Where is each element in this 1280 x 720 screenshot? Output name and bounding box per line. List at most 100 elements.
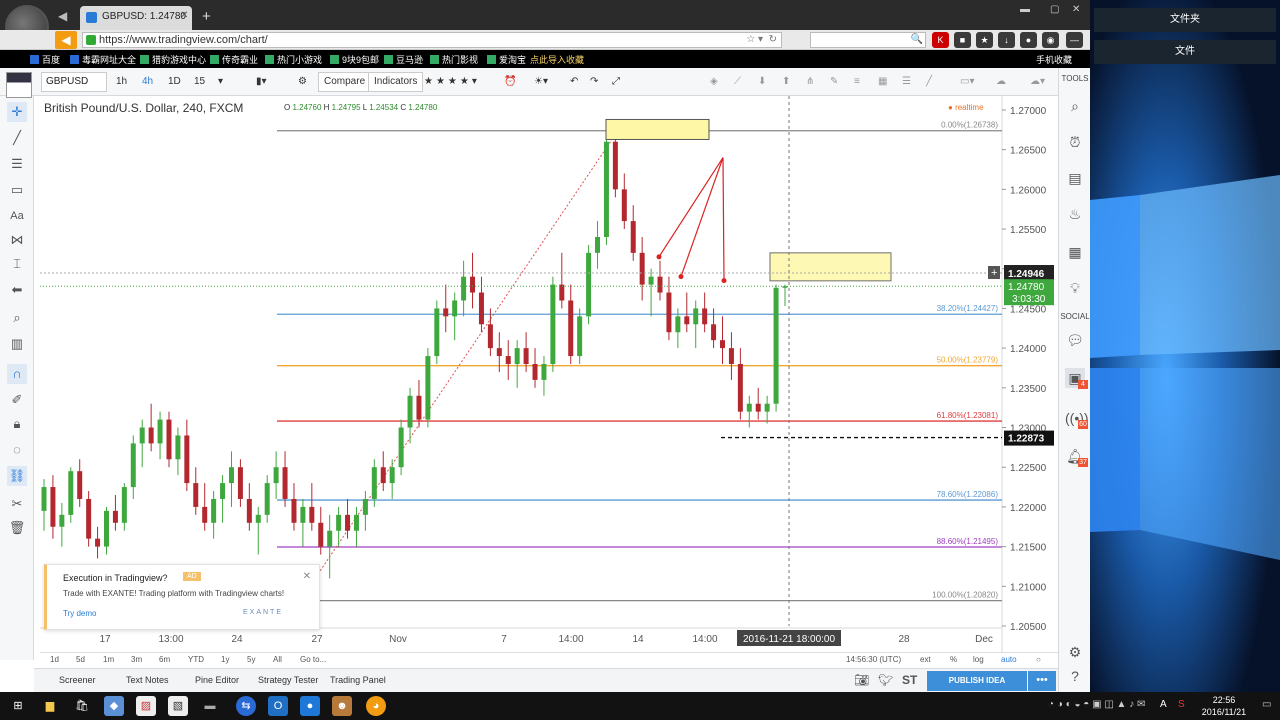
interval-15[interactable]: 15 <box>188 72 211 92</box>
settings-cog-icon[interactable]: ⚙ <box>1065 642 1085 662</box>
pdf-icon[interactable]: ▨ <box>136 696 156 716</box>
crosshair-icon[interactable]: ✛ <box>7 102 27 122</box>
trash-icon[interactable]: 🗑︎ <box>7 518 27 538</box>
range-1d[interactable]: 1d <box>50 655 59 664</box>
hotlist-flame-icon[interactable]: ♨ <box>1065 204 1085 224</box>
desktop-folder-2[interactable]: 文件 <box>1094 40 1276 64</box>
chat-app-icon[interactable]: ● <box>300 696 320 716</box>
game-icon[interactable]: ● <box>1020 32 1037 48</box>
magnet-icon[interactable]: ∩ <box>7 364 27 384</box>
percent-toggle[interactable]: % <box>950 655 957 664</box>
arrow-left-icon[interactable]: ⬅ <box>7 280 27 300</box>
ideas-bulb-icon[interactable]: 💡︎ <box>1065 278 1085 298</box>
publish-more-icon[interactable]: ••• <box>1028 671 1056 691</box>
desktop-folder-1[interactable]: 文件夹 <box>1094 8 1276 32</box>
try-demo-link[interactable]: Try demo <box>63 609 97 618</box>
undo-icon[interactable]: ↶ <box>564 72 584 92</box>
start-windows-icon[interactable]: ⊞ <box>8 696 28 716</box>
cloud-icon[interactable]: ☁ <box>990 72 1012 92</box>
settings-gear-icon[interactable]: ⚙ <box>292 72 313 92</box>
shield-icon[interactable]: K <box>932 32 949 48</box>
tab-close-icon[interactable]: ✕ <box>180 10 188 21</box>
lines-icon[interactable]: ☰ <box>896 72 917 92</box>
pitchfork-icon[interactable]: ⋔ <box>800 72 820 92</box>
fib-tool-icon[interactable]: ⌶ <box>7 254 27 274</box>
bookmark-item[interactable]: 热门小游戏 <box>265 53 322 66</box>
bookmark-item[interactable]: 爱淘宝 <box>487 53 526 66</box>
new-tab-icon[interactable]: + <box>202 8 211 25</box>
range-3m[interactable]: 3m <box>131 655 142 664</box>
maximize-icon[interactable]: ▢ <box>1050 4 1059 15</box>
range-5d[interactable]: 5d <box>76 655 85 664</box>
range-1y[interactable]: 1y <box>221 655 229 664</box>
back-arrow-icon[interactable]: ◀ <box>58 9 67 23</box>
bookmark-item[interactable]: 毒霸网址大全 <box>70 53 136 66</box>
interval-dropdown-icon[interactable]: ▾ <box>212 72 229 92</box>
tray-icons[interactable]: ◔ ◑ ◐ ◒ ◓ ▣ ◫ ▲ ♪ ✉ <box>1048 699 1145 710</box>
bookmark-import[interactable]: 点此导入收藏 <box>530 53 584 66</box>
menu-icon[interactable]: — <box>1066 32 1083 48</box>
tab-pine-editor[interactable]: Pine Editor <box>195 675 239 685</box>
bookmark-item[interactable]: 热门影视 <box>430 53 478 66</box>
twitter-icon[interactable]: 🐦︎ <box>878 673 893 687</box>
eraser-icon[interactable]: ✐ <box>7 390 27 410</box>
calendar-icon[interactable]: ▦ <box>1065 242 1085 262</box>
link-icon[interactable]: ⛓︎ <box>7 466 27 486</box>
remove-tools-icon[interactable]: ✂ <box>7 494 27 514</box>
close-window-icon[interactable]: ✕ <box>1072 4 1080 15</box>
diagonal-icon[interactable]: ╱ <box>920 72 938 92</box>
notification-center-icon[interactable]: ▭ <box>1262 699 1271 710</box>
popup-close-icon[interactable]: ✕ <box>303 571 311 582</box>
measure-icon[interactable]: ▥ <box>7 334 27 354</box>
app-icon[interactable]: ◆ <box>104 696 124 716</box>
fullscreen-icon[interactable]: ⤢ <box>606 72 626 92</box>
interval-1h[interactable]: 1h <box>110 72 133 92</box>
zoom-icon[interactable]: ⌕ <box>7 308 27 328</box>
url-field[interactable]: https://www.tradingview.com/chart/ ☆ ▾ ↻ <box>82 32 782 48</box>
user-icon[interactable]: ◉ <box>1042 32 1059 48</box>
trend-icon[interactable]: ⟋ <box>728 72 747 92</box>
text-tool-icon[interactable]: Aa <box>7 206 27 226</box>
compare-button[interactable]: Compare <box>318 72 372 92</box>
brush-icon[interactable]: ✎ <box>824 72 844 92</box>
help-icon[interactable]: ? <box>1065 666 1085 686</box>
ruler-icon[interactable]: ◈ <box>704 72 724 92</box>
bar-style-icon[interactable]: ▮▾ <box>250 72 273 92</box>
indicators-button[interactable]: Indicators <box>368 72 424 92</box>
stocktwits-icon[interactable]: ST <box>902 673 917 687</box>
rectangle-icon[interactable]: ▭ <box>7 180 27 200</box>
document-icon[interactable]: ▧ <box>168 696 188 716</box>
favorites-stars-icon[interactable]: ★★★★▾ <box>418 72 486 92</box>
log-toggle[interactable]: log <box>973 655 984 664</box>
range-6m[interactable]: 6m <box>159 655 170 664</box>
alarm-clock-icon[interactable]: ⏰︎ <box>1065 132 1085 152</box>
arrow-down-icon[interactable]: ⬇ <box>752 72 772 92</box>
bookmark-item[interactable]: 猎豹游戏中心 <box>140 53 206 66</box>
file-explorer-icon[interactable]: ▆ <box>40 696 60 716</box>
mobile-favorites[interactable]: 手机收藏 <box>1036 53 1072 66</box>
publish-idea-button[interactable]: PUBLISH IDEA <box>927 671 1027 691</box>
browser-tab[interactable]: GBPUSD: 1.24780 <box>80 6 192 30</box>
system-clock[interactable]: 22:56 2016/11/21 <box>1196 694 1252 718</box>
bookmark-item[interactable]: 传奇霸业 <box>210 53 258 66</box>
tab-trading-panel[interactable]: Trading Panel <box>330 675 386 685</box>
cloud-save-icon[interactable]: ☁▾ <box>1024 72 1051 92</box>
auto-toggle[interactable]: auto <box>1001 655 1017 664</box>
bookmark-item[interactable]: 9块9包邮 <box>330 53 379 66</box>
search-icon[interactable]: 🔍 <box>911 34 923 45</box>
ime-indicator[interactable]: A <box>1160 699 1167 710</box>
arrow-up-icon[interactable]: ⬆ <box>776 72 796 92</box>
idea-bulb-icon[interactable]: ☀▾ <box>528 72 554 92</box>
pattern-icon[interactable]: ⋈ <box>7 230 27 250</box>
game-app-icon[interactable]: ☻ <box>332 696 352 716</box>
data-window-icon[interactable]: ▤ <box>1065 168 1085 188</box>
chat-icon[interactable]: 💬︎ <box>1065 330 1085 350</box>
fib-icon[interactable]: ≡ <box>848 72 866 92</box>
interval-4h[interactable]: 4h <box>136 72 159 92</box>
settings-circle-icon[interactable]: ○ <box>1036 655 1041 664</box>
star-icon[interactable]: ★ <box>976 32 993 48</box>
tab-screener[interactable]: Screener <box>59 675 96 685</box>
goto-date[interactable]: Go to... <box>300 655 326 664</box>
bookmark-item[interactable]: 豆马逊 <box>384 53 423 66</box>
interval-1d[interactable]: 1D <box>162 72 187 92</box>
